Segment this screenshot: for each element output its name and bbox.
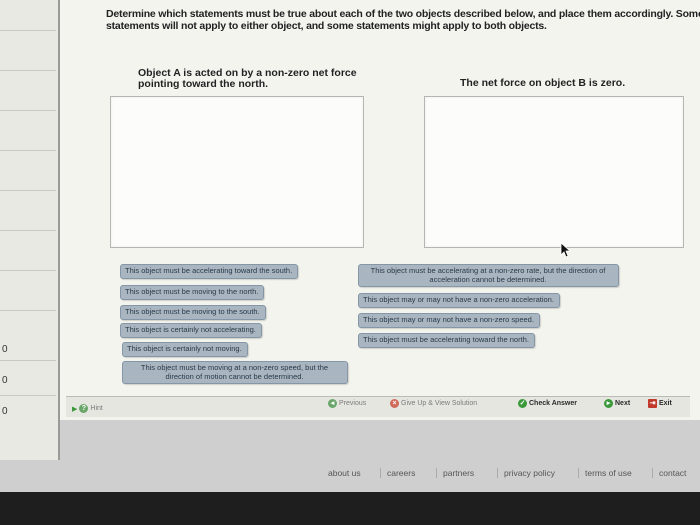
statement-chip[interactable]: This object must be accelerating toward … — [358, 333, 535, 348]
sidebar-row — [0, 30, 56, 31]
statement-chip[interactable]: This object must be accelerating toward … — [120, 264, 299, 279]
statement-chip[interactable]: This object must be accelerating at a no… — [358, 264, 619, 287]
exit-icon: ⇥ — [648, 399, 657, 408]
check-answer-button[interactable]: ✓ Check Answer — [518, 399, 577, 408]
instructions-text: Determine which statements must be true … — [106, 8, 700, 32]
close-icon: × — [390, 399, 399, 408]
check-answer-label: Check Answer — [529, 400, 577, 407]
play-icon: ▶ — [72, 405, 78, 413]
footer-link[interactable]: about us — [322, 468, 367, 478]
problem-panel: Determine which statements must be true … — [60, 0, 700, 420]
object-b-dropzone[interactable] — [424, 96, 684, 248]
give-up-button[interactable]: × Give Up & View Solution — [390, 399, 477, 408]
hint-label: Hint — [90, 405, 103, 412]
next-label: Next — [615, 400, 631, 407]
sidebar-row — [0, 270, 56, 271]
exit-label: Exit — [659, 400, 672, 407]
statement-chip[interactable]: This object must be moving to the south. — [120, 305, 266, 320]
sidebar-digit: 0 — [2, 375, 8, 386]
statement-chip[interactable]: This object may or may not have a non-ze… — [358, 313, 540, 328]
question-icon: ? — [79, 404, 89, 413]
previous-button[interactable]: ◂ Previous — [328, 399, 366, 408]
sidebar-digit: 0 — [2, 344, 8, 355]
object-a-heading: Object A is acted on by a non-zero net f… — [138, 67, 357, 90]
sidebar-row — [0, 395, 56, 396]
footer-link[interactable]: contact — [652, 468, 692, 478]
sidebar-row — [0, 150, 56, 151]
arrow-right-icon: ▸ — [604, 399, 613, 408]
hint-button[interactable]: ▶ ? Hint — [72, 404, 103, 413]
previous-label: Previous — [339, 400, 367, 407]
left-sidebar: 0 0 0 — [0, 0, 60, 460]
statement-chip[interactable]: This object is certainly not acceleratin… — [120, 323, 262, 338]
object-a-dropzone[interactable] — [110, 96, 364, 248]
exit-button[interactable]: ⇥ Exit — [648, 399, 672, 408]
footer-link[interactable]: partners — [436, 468, 480, 478]
statement-chip[interactable]: This object must be moving at a non-zero… — [122, 361, 348, 384]
sidebar-row — [0, 110, 56, 111]
give-up-label: Give Up & View Solution — [401, 400, 478, 407]
footer-link[interactable]: careers — [380, 468, 421, 478]
mouse-cursor-icon — [560, 242, 572, 258]
check-icon: ✓ — [518, 399, 527, 408]
footer-link[interactable]: terms of use — [578, 468, 638, 478]
arrow-left-icon: ◂ — [328, 399, 337, 408]
footer-link[interactable]: privacy policy — [497, 468, 561, 478]
sidebar-row — [0, 360, 56, 361]
sidebar-digit: 0 — [2, 406, 8, 417]
bottom-bezel — [0, 492, 700, 525]
next-button[interactable]: ▸ Next — [604, 399, 630, 408]
sidebar-row — [0, 310, 56, 311]
action-toolbar: ▶ ? Hint ◂ Previous × Give Up & View Sol… — [66, 396, 690, 417]
statement-chip[interactable]: This object is certainly not moving. — [122, 342, 248, 357]
object-b-heading: The net force on object B is zero. — [460, 77, 626, 89]
sidebar-row — [0, 190, 56, 191]
sidebar-row — [0, 230, 56, 231]
statement-chip[interactable]: This object may or may not have a non-ze… — [358, 293, 560, 308]
sidebar-row — [0, 70, 56, 71]
statement-chip[interactable]: This object must be moving to the north. — [120, 285, 265, 300]
